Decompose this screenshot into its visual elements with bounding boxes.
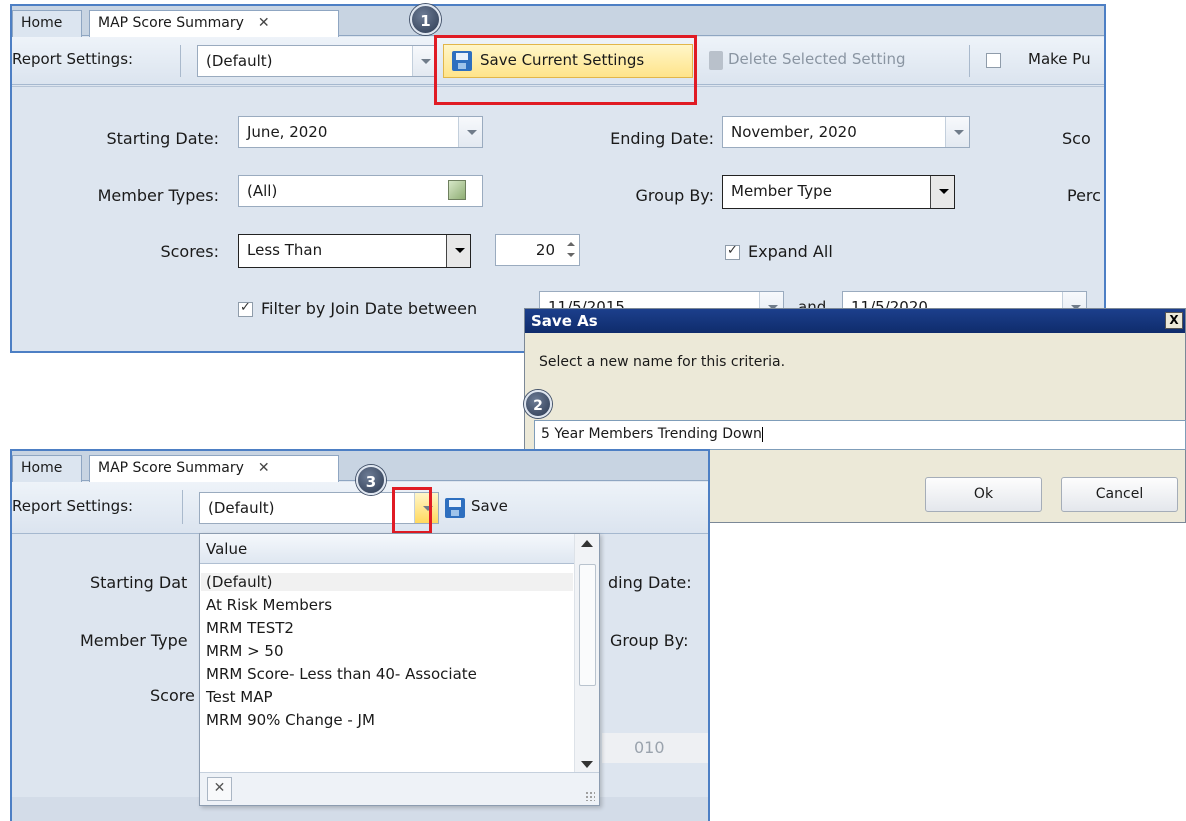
- member-types-label: Member Types:: [97, 186, 219, 205]
- save-button[interactable]: Save: [471, 497, 508, 515]
- scores-operator-select[interactable]: Less Than: [238, 234, 471, 268]
- member-types-value: (All): [247, 182, 278, 200]
- filter-join-date-checkbox[interactable]: [238, 300, 253, 317]
- dropdown-item[interactable]: MRM TEST2: [206, 619, 294, 637]
- tab-map-score-summary[interactable]: MAP Score Summary ✕: [89, 10, 339, 37]
- dropdown-item[interactable]: At Risk Members: [206, 596, 332, 614]
- highlight-dropdown-arrow: [392, 487, 432, 534]
- member-types-field[interactable]: (All): [238, 175, 483, 207]
- criteria-name-value: 5 Year Members Trending Down: [541, 426, 762, 442]
- scroll-down-icon[interactable]: [581, 761, 593, 768]
- starting-date-select[interactable]: June, 2020: [238, 116, 483, 148]
- cancel-button[interactable]: Cancel: [1061, 477, 1178, 512]
- highlight-save-current-settings: [434, 35, 697, 105]
- dialog-prompt: Select a new name for this criteria.: [539, 354, 786, 370]
- make-public-label: Make Pu: [1028, 50, 1091, 68]
- toolbar-divider: [969, 45, 970, 77]
- dropdown-scrollbar[interactable]: [574, 534, 599, 774]
- ending-date-label: Ending Date:: [610, 129, 714, 148]
- scroll-up-icon[interactable]: [581, 540, 593, 547]
- percent-label: Perc: [1067, 186, 1101, 205]
- tab-home[interactable]: Home: [12, 455, 82, 482]
- filter-join-date-label: Filter by Join Date between: [261, 299, 478, 318]
- tab-label: MAP Score Summary: [98, 460, 244, 476]
- scores-value-stepper[interactable]: 20: [495, 234, 580, 266]
- chevron-down-icon[interactable]: [945, 117, 969, 147]
- dropdown-item[interactable]: MRM 90% Change - JM: [206, 711, 375, 729]
- step-badge-3: 3: [356, 465, 386, 495]
- group-by-value: Member Type: [731, 182, 832, 200]
- dropdown-item[interactable]: MRM Score- Less than 40- Associate: [206, 665, 477, 683]
- chevron-down-icon[interactable]: [412, 46, 436, 76]
- group-by-label: Group By:: [610, 631, 689, 650]
- text-caret: [761, 426, 763, 442]
- toolbar-divider: [182, 490, 183, 524]
- ending-date-label: ding Date:: [608, 573, 692, 592]
- close-tab-icon[interactable]: ✕: [258, 15, 270, 31]
- clear-icon[interactable]: ✕: [207, 777, 232, 801]
- delete-selected-setting-button[interactable]: Delete Selected Setting: [728, 50, 906, 68]
- starting-date-value: June, 2020: [247, 123, 328, 141]
- chevron-down-icon[interactable]: [446, 235, 470, 267]
- trash-icon: [709, 51, 723, 70]
- scroll-thumb[interactable]: [579, 564, 596, 686]
- member-list-icon[interactable]: [448, 180, 466, 200]
- report-settings-value: (Default): [206, 52, 273, 70]
- toolbar-divider: [180, 45, 181, 77]
- dropdown-footer: ✕: [200, 772, 599, 805]
- spinner-icon[interactable]: [565, 239, 577, 261]
- report-settings-dropdown: Value (Default) At Risk Members MRM TEST…: [199, 533, 600, 806]
- ok-button[interactable]: Ok: [925, 477, 1042, 512]
- member-types-label: Member Type: [80, 631, 188, 650]
- expand-all-checkbox[interactable]: [725, 243, 740, 260]
- scores-label: Scores:: [160, 242, 219, 261]
- tab-label: MAP Score Summary: [98, 15, 244, 31]
- tab-home-label: Home: [21, 460, 63, 476]
- scores-label: Score: [150, 686, 195, 705]
- tab-map-score-summary[interactable]: MAP Score Summary ✕: [89, 455, 339, 482]
- chevron-down-icon[interactable]: [458, 117, 482, 147]
- scores-value: 20: [535, 241, 555, 259]
- dropdown-item[interactable]: MRM > 50: [206, 642, 284, 660]
- tab-home[interactable]: Home: [12, 10, 82, 37]
- resize-grip-icon[interactable]: [585, 791, 595, 801]
- report-settings-value: (Default): [208, 499, 275, 517]
- tab-strip: Home MAP Score Summary ✕: [12, 6, 1104, 37]
- step-badge-2: 2: [524, 390, 552, 418]
- scores-operator-value: Less Than: [247, 241, 323, 259]
- dropdown-item[interactable]: (Default): [201, 573, 573, 591]
- report-settings-label: Report Settings:: [12, 50, 134, 68]
- score-label: Sco: [1062, 129, 1091, 148]
- dialog-title-bar: Save As X: [525, 309, 1185, 333]
- close-icon[interactable]: X: [1165, 312, 1183, 329]
- dropdown-column-header: Value: [200, 534, 574, 564]
- starting-date-label: Starting Date:: [106, 129, 219, 148]
- tab-home-label: Home: [21, 15, 63, 31]
- ending-date-value: November, 2020: [731, 123, 857, 141]
- expand-all-label: Expand All: [748, 242, 833, 261]
- make-public-checkbox[interactable]: [986, 53, 1001, 68]
- dropdown-item[interactable]: Test MAP: [206, 688, 273, 706]
- starting-date-label: Starting Dat: [90, 573, 188, 592]
- join-date-partial: 010: [634, 738, 665, 757]
- report-settings-label: Report Settings:: [12, 497, 134, 515]
- close-tab-icon[interactable]: ✕: [258, 460, 270, 476]
- group-by-label: Group By:: [635, 186, 714, 205]
- step-badge-1: 1: [410, 4, 441, 35]
- save-icon: [445, 498, 465, 518]
- report-settings-select[interactable]: (Default): [197, 45, 437, 77]
- dialog-title: Save As: [531, 312, 598, 330]
- ending-date-select[interactable]: November, 2020: [722, 116, 970, 148]
- criteria-name-input[interactable]: 5 Year Members Trending Down: [534, 420, 1186, 450]
- group-by-select[interactable]: Member Type: [722, 175, 955, 209]
- chevron-down-icon[interactable]: [930, 176, 954, 208]
